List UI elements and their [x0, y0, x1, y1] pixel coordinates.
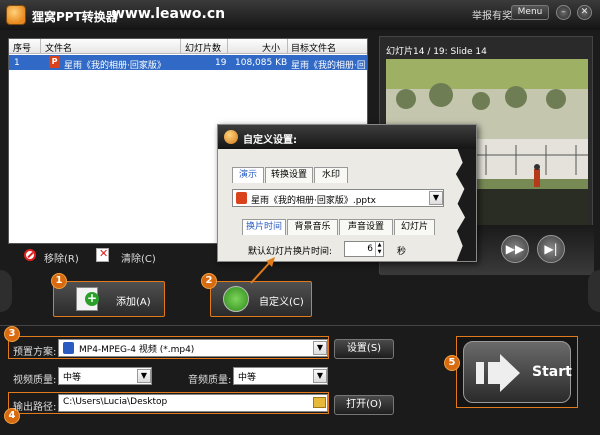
file-list-header: 序号 文件名 幻灯片数 大小 目标文件名: [9, 39, 367, 54]
tab-slide-timing[interactable]: 换片时间: [242, 219, 286, 235]
start-label: Start: [532, 364, 572, 380]
chevron-down-icon[interactable]: ▼: [313, 341, 327, 355]
row-size: 108,085 KB: [235, 58, 288, 68]
app-title: 狸窝PPT转换器: [32, 10, 118, 24]
column-divider: [180, 39, 181, 54]
file-select-dropdown[interactable]: 星雨《我的相册·回家版》.pptx ▼: [232, 189, 444, 207]
app-url: www.leawo.cn: [112, 6, 226, 22]
pointer-arrow-icon: [250, 257, 275, 284]
tab-sound-settings[interactable]: 声音设置: [339, 219, 393, 235]
video-quality-label: 视频质量:: [13, 375, 57, 386]
step-marker-2: 2: [201, 273, 217, 289]
divider: [0, 325, 600, 326]
add-button[interactable]: 添加(A): [53, 281, 165, 317]
open-folder-button[interactable]: 打开(O): [334, 395, 394, 415]
custom-label: 自定义(C): [259, 297, 304, 308]
play-arrow-icon: [476, 354, 520, 392]
tools-icon: [223, 286, 249, 312]
add-file-icon: [76, 287, 99, 311]
close-button[interactable]: ✕: [577, 5, 592, 20]
preset-select[interactable]: MP4-MPEG-4 视频 (*.mp4) ▼: [58, 339, 328, 357]
column-divider: [227, 39, 228, 54]
audio-quality-label: 音频质量:: [188, 375, 232, 386]
powerpoint-file-icon: P: [49, 56, 60, 68]
custom-settings-dialog: 自定义设置: 演示 转换设置 水印 星雨《我的相册·回家版》.pptx ▼ 换片…: [217, 124, 477, 262]
audio-quality-select[interactable]: 中等 ▼: [233, 367, 328, 385]
fast-forward-button[interactable]: ▶▶: [501, 235, 529, 263]
title-bar: 狸窝PPT转换器 www.leawo.cn 举报有奖 Menu – ✕: [0, 0, 600, 30]
video-quality-value: 中等: [63, 373, 82, 383]
interval-unit: 秒: [397, 247, 407, 257]
column-header-slides[interactable]: 幻灯片数: [185, 41, 221, 54]
clear-icon[interactable]: [96, 247, 109, 262]
tab-background-music[interactable]: 背景音乐: [287, 219, 338, 235]
column-divider: [40, 39, 41, 54]
column-header-target[interactable]: 目标文件名: [291, 41, 336, 54]
app-logo-icon: [6, 5, 26, 25]
preset-value: MP4-MPEG-4 视频 (*.mp4): [79, 345, 195, 355]
video-format-icon: [63, 342, 74, 354]
column-divider: [287, 39, 288, 54]
next-slide-button[interactable]: ▶|: [537, 235, 565, 263]
video-quality-select[interactable]: 中等 ▼: [58, 367, 152, 385]
chevron-down-icon[interactable]: ▼: [137, 369, 151, 383]
step-marker-5: 5: [444, 355, 460, 371]
right-panel-handle: [588, 270, 600, 312]
folder-icon[interactable]: [313, 397, 326, 408]
app-window: 狸窝PPT转换器 www.leawo.cn 举报有奖 Menu – ✕ 序号 文…: [0, 0, 600, 435]
add-label: 添加(A): [116, 297, 151, 308]
column-header-size[interactable]: 大小: [262, 41, 280, 54]
menu-button[interactable]: Menu: [511, 5, 549, 20]
custom-button[interactable]: 自定义(C): [210, 281, 312, 317]
output-path-value: C:\Users\Lucia\Desktop: [63, 397, 168, 407]
row-filename: 星雨《我的相册·回家版》: [64, 61, 166, 71]
chevron-down-icon[interactable]: ▼: [313, 369, 327, 383]
step-marker-1: 1: [51, 273, 67, 289]
spin-arrows-icon[interactable]: ▲ ▼: [375, 242, 383, 256]
tab-demo[interactable]: 演示: [232, 167, 264, 183]
start-button-face: Start: [463, 341, 572, 403]
dialog-title-bar: 自定义设置:: [218, 125, 476, 149]
file-select-value: 星雨《我的相册·回家版》.pptx: [251, 196, 377, 206]
left-panel-handle: [0, 270, 12, 312]
table-row[interactable]: 1 P 星雨《我的相册·回家版》 19 108,085 KB 星雨《我的相册·回…: [9, 55, 367, 71]
step-marker-3: 3: [4, 326, 20, 342]
settings-button[interactable]: 设置(S): [334, 339, 394, 359]
preview-slide-label: 幻灯片14 / 19: Slide 14: [386, 47, 487, 57]
output-path-label: 输出路径:: [13, 402, 57, 413]
tab-watermark[interactable]: 水印: [314, 167, 348, 183]
powerpoint-file-icon: [236, 192, 247, 204]
column-header-index[interactable]: 序号: [13, 41, 31, 54]
row-slide-count: 19: [215, 58, 227, 68]
tab-slides[interactable]: 幻灯片: [394, 219, 435, 235]
row-index: 1: [14, 58, 20, 68]
preset-label: 预置方案:: [13, 347, 57, 358]
clear-button[interactable]: 清除(C): [121, 250, 156, 265]
column-header-name[interactable]: 文件名: [45, 41, 72, 54]
remove-icon[interactable]: [24, 249, 36, 261]
tab-convert-settings[interactable]: 转换设置: [265, 167, 313, 183]
output-path-field[interactable]: C:\Users\Lucia\Desktop: [58, 394, 328, 412]
minimize-button[interactable]: –: [556, 5, 571, 20]
torn-edge-decoration: [455, 149, 476, 261]
start-button[interactable]: Start: [456, 336, 578, 408]
chevron-down-icon[interactable]: ▼: [429, 191, 443, 205]
dialog-app-icon: [224, 130, 238, 144]
report-link[interactable]: 举报有奖: [472, 7, 512, 22]
row-target-name: 星雨《我的相册·回家: [291, 61, 365, 71]
dialog-title: 自定义设置:: [243, 135, 297, 146]
remove-button[interactable]: 移除(R): [44, 250, 79, 265]
audio-quality-value: 中等: [238, 373, 257, 383]
